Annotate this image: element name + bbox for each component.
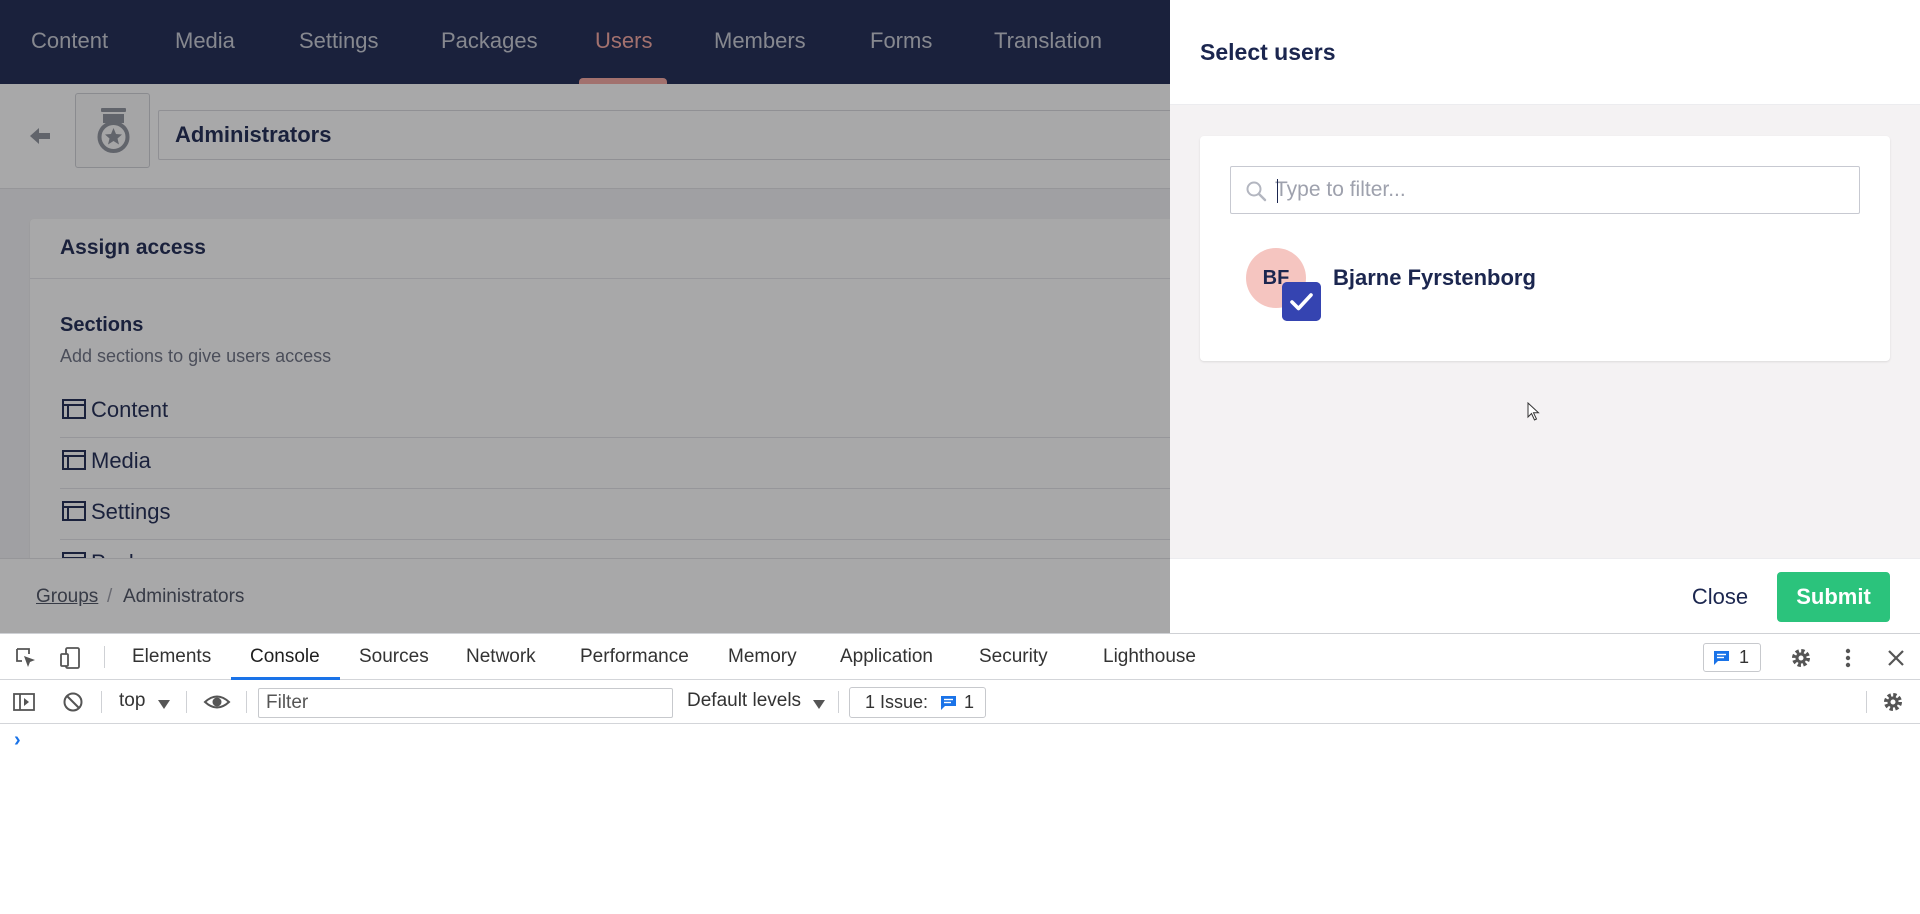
backoffice-app: Content Media Settings Packages Users Me… [0,0,1920,633]
close-button[interactable]: Close [1670,573,1770,621]
issues-label: 1 Issue: [865,692,929,712]
issues-badge-count: 1 [1739,647,1750,667]
message-icon [1714,651,1729,665]
clear-console-icon[interactable] [61,690,85,714]
devtools-tab-console[interactable]: Console [250,634,320,680]
devtools-tabbar: Elements Console Sources Network Perform… [0,634,1920,680]
filter-field[interactable] [1230,166,1860,214]
log-levels-dropdown[interactable]: Default levels [687,690,801,712]
devtools-panel: Elements Console Sources Network Perform… [0,633,1920,914]
mouse-cursor-icon [1527,402,1540,421]
close-icon[interactable] [1884,646,1908,670]
separator [101,691,102,713]
text-caret [1277,179,1278,203]
user-picker-card: BF Bjarne Fyrstenborg [1200,136,1890,361]
gear-icon[interactable] [1789,646,1813,670]
dialog-title: Select users [1200,39,1336,65]
dialog-footer: Close Submit [1170,558,1920,633]
checkmark-icon [1282,282,1321,321]
inspect-element-icon[interactable] [14,646,38,670]
device-toolbar-icon[interactable] [58,646,82,670]
context-selector[interactable]: top [119,690,145,712]
console-settings-gear-icon[interactable] [1881,690,1905,714]
chevron-down-icon [158,700,170,709]
sidebar-toggle-icon[interactable] [12,690,36,714]
console-filter[interactable] [258,688,673,718]
devtools-tab-sources[interactable]: Sources [359,634,429,680]
eye-icon[interactable] [203,690,231,714]
message-icon [941,696,956,710]
separator [186,691,187,713]
devtools-tab-lighthouse[interactable]: Lighthouse [1103,634,1196,680]
more-options-icon[interactable] [1836,646,1860,670]
separator [1866,691,1867,713]
submit-button[interactable]: Submit [1777,572,1890,622]
search-icon [1246,181,1267,202]
console-prompt[interactable]: › [14,729,21,752]
separator [104,646,105,668]
filter-input[interactable] [1275,175,1845,205]
issues-count: 1 [964,692,975,712]
chevron-down-icon [813,700,825,709]
dialog-header: Select users [1170,0,1920,105]
devtools-tab-memory[interactable]: Memory [728,634,797,680]
devtools-tab-application[interactable]: Application [840,634,933,680]
devtools-tab-performance[interactable]: Performance [580,634,689,680]
issues-button[interactable]: 1 Issue: 1 [849,687,986,718]
console-filter-input[interactable] [259,689,672,717]
user-item[interactable]: BF Bjarne Fyrstenborg [1230,246,1860,321]
select-users-dialog: Select users BF Bjarne Fyrstenborg [1170,0,1920,633]
console-toolbar: top Default levels 1 Issue: 1 [0,680,1920,724]
separator [838,691,839,713]
devtools-tab-network[interactable]: Network [466,634,536,680]
issues-badge[interactable]: 1 [1703,643,1761,672]
separator [246,691,247,713]
devtools-tab-security[interactable]: Security [979,634,1048,680]
modal-backdrop[interactable] [0,0,1170,633]
user-name: Bjarne Fyrstenborg [1333,265,1536,290]
devtools-tab-elements[interactable]: Elements [132,634,211,680]
